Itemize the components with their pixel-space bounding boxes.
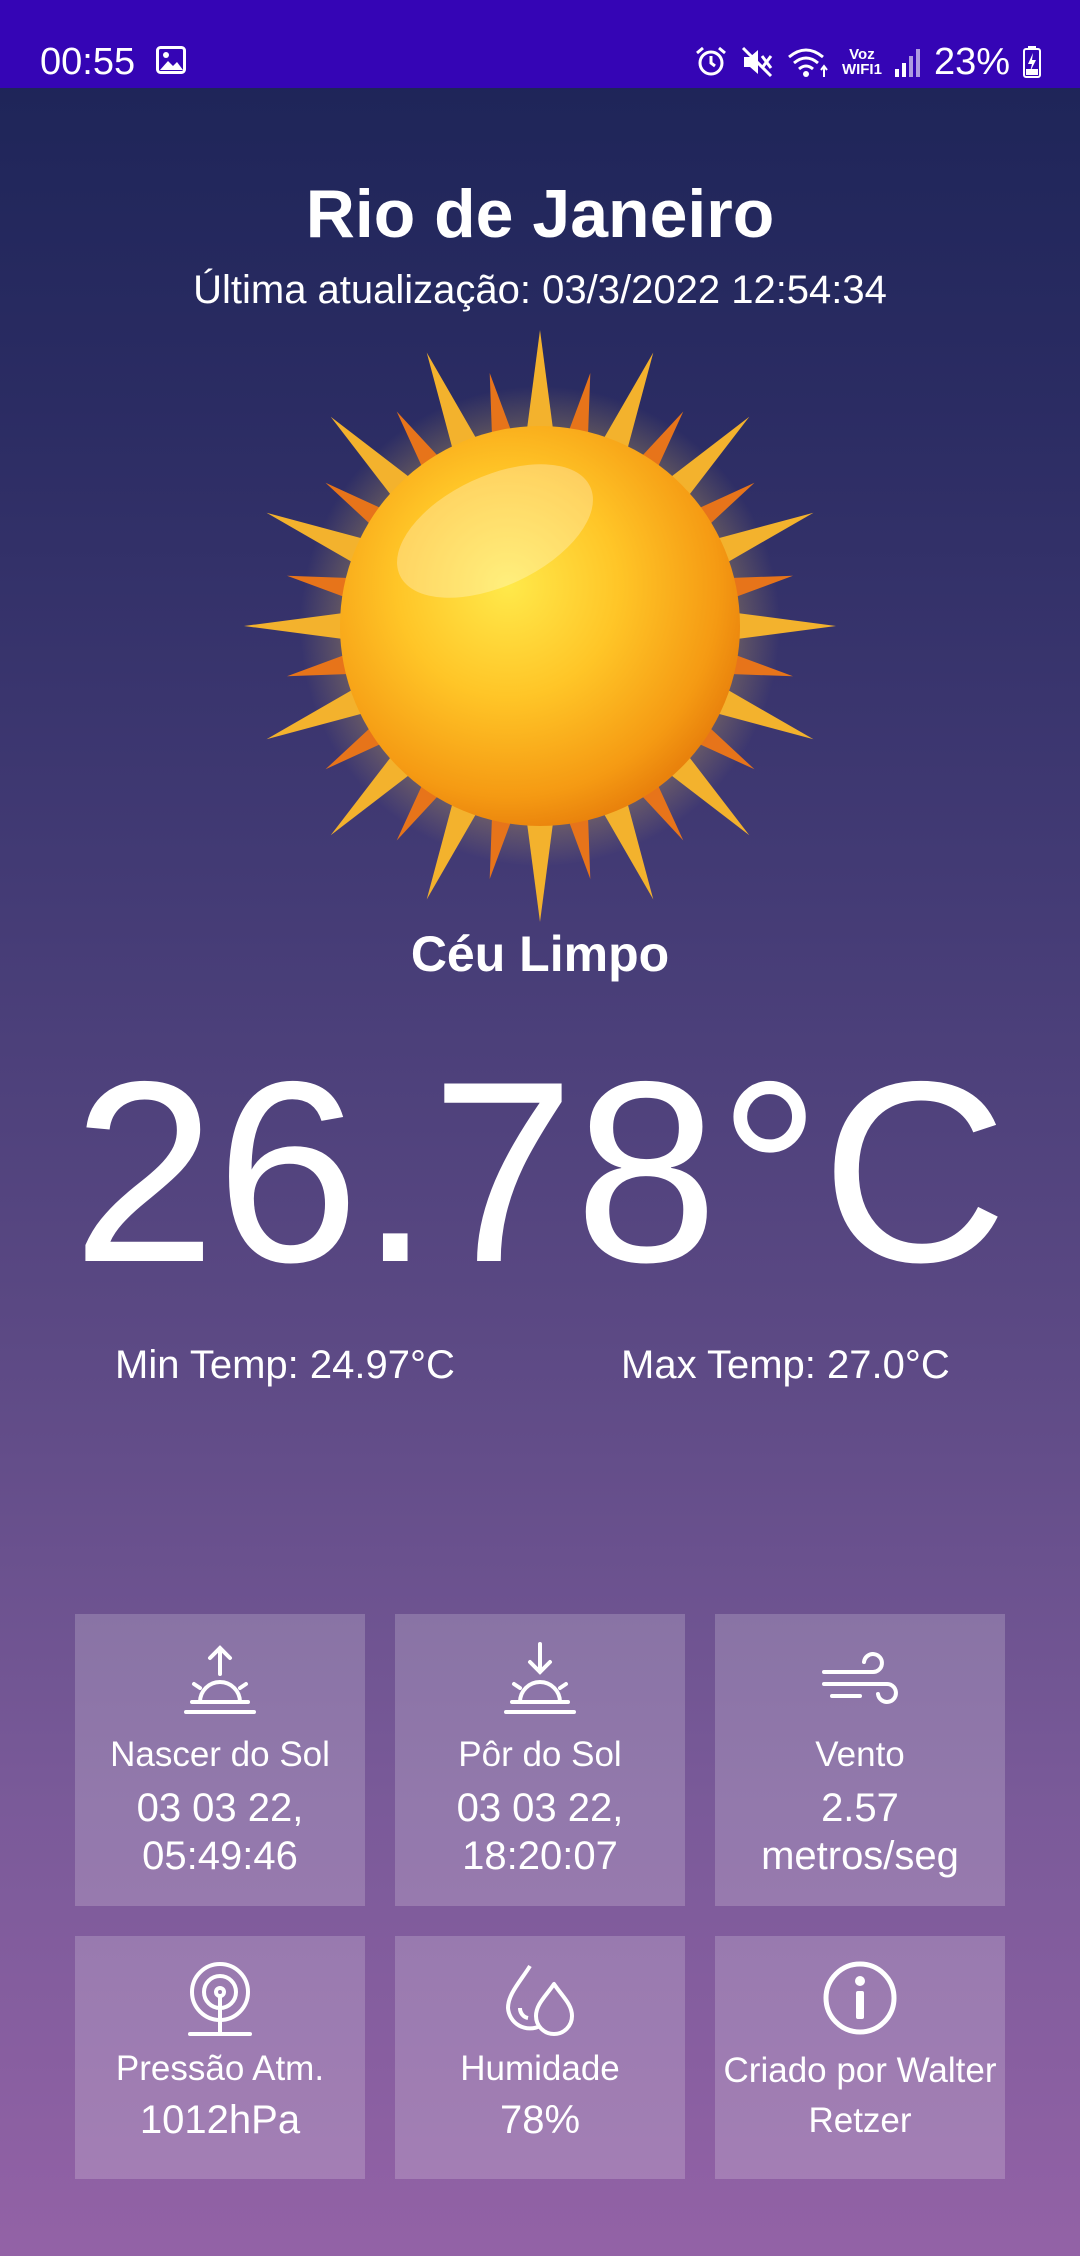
wind-icon [822, 1652, 898, 1704]
sunset-icon [504, 1642, 576, 1714]
last-update: Última atualização: 03/3/2022 12:54:34 [193, 268, 887, 312]
mute-icon [741, 46, 773, 78]
humidity-label: Humidade [460, 2049, 620, 2088]
info-icon [823, 1961, 897, 2035]
wifi-icon [787, 48, 828, 77]
pressure-label: Pressão Atm. [115, 2049, 325, 2088]
sunset-tile: Pôr do Sol 03 03 22, 18:20:07 [395, 1614, 685, 1906]
sunset-value: 03 03 22, 18:20:07 [456, 1786, 624, 1878]
battery-percent: 23% [933, 41, 1010, 83]
wifi1-label: WIFI1 [841, 61, 882, 78]
status-icons: Voz WIFI1 23% [694, 38, 1042, 86]
sunrise-tile: Nascer do Sol 03 03 22, 05:49:46 [75, 1614, 365, 1906]
wind-tile: Vento 2.57 metros/seg [715, 1614, 1005, 1906]
humidity-value: 78% [499, 2098, 581, 2142]
status-bar: 00:55 Voz WIFI1 23% [0, 0, 1080, 88]
humidity-icon [506, 1964, 574, 2036]
city-name: Rio de Janeiro [305, 176, 775, 252]
gallery-icon [156, 46, 186, 74]
max-temperature: Max Temp: 27.0°C [621, 1343, 950, 1387]
humidity-tile: Humidade 78% [395, 1936, 685, 2179]
signal-icon [894, 49, 920, 77]
pressure-icon [188, 1962, 252, 2036]
sunrise-icon [184, 1645, 256, 1714]
alarm-icon [695, 46, 726, 76]
sunrise-value: 03 03 22, 05:49:46 [136, 1786, 304, 1878]
wind-value: 2.57 metros/seg [761, 1786, 959, 1878]
sunrise-label: Nascer do Sol [110, 1735, 330, 1774]
battery-icon [1023, 46, 1041, 78]
status-time: 00:55 [40, 41, 136, 83]
min-temperature: Min Temp: 24.97°C [115, 1343, 455, 1387]
wind-label: Vento [815, 1735, 905, 1774]
sun-icon [244, 330, 836, 922]
voz-label: Voz [849, 46, 875, 63]
weather-condition: Céu Limpo [410, 926, 670, 982]
info-tile[interactable]: Criado por Walter Retzer [715, 1936, 1005, 2179]
pressure-value: 1012hPa [139, 2098, 301, 2142]
sunset-label: Pôr do Sol [458, 1735, 622, 1774]
current-temperature: 26.78°C [72, 1027, 1008, 1316]
creator-label: Criado por Walter Retzer [723, 2051, 997, 2140]
pressure-tile: Pressão Atm. 1012hPa [75, 1936, 365, 2179]
voz-wifi-indicator: Voz WIFI1 [842, 47, 882, 77]
